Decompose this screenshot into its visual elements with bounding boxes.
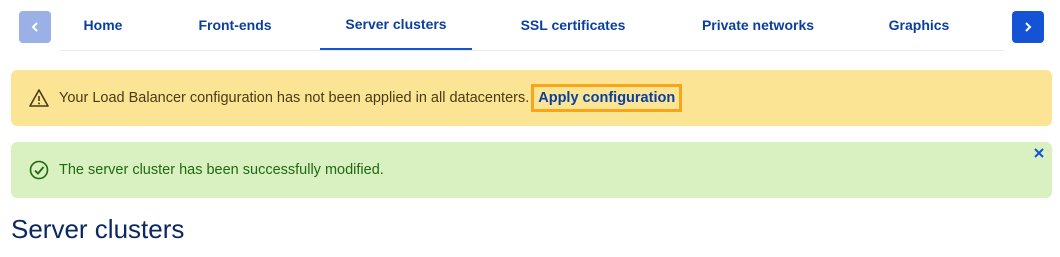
- warning-message: Your Load Balancer configuration has not…: [59, 90, 530, 106]
- page: Home Front-ends Server clusters SSL cert…: [0, 0, 1060, 257]
- close-icon[interactable]: [1032, 146, 1046, 160]
- success-message: The server cluster has been successfully…: [59, 162, 384, 178]
- tab-server-clusters[interactable]: Server clusters: [320, 0, 472, 50]
- tabs-navigation: Home Front-ends Server clusters SSL cert…: [0, 0, 1060, 56]
- check-circle-icon: [29, 160, 49, 180]
- apply-configuration-link[interactable]: Apply configuration: [531, 84, 683, 112]
- tabs-track: Home Front-ends Server clusters SSL cert…: [60, 0, 1004, 51]
- success-alert: The server cluster has been successfully…: [11, 142, 1052, 198]
- tabs-next-button[interactable]: [1012, 11, 1044, 43]
- warning-triangle-icon: [29, 89, 49, 107]
- page-title: Server clusters: [11, 214, 185, 244]
- tab-private-networks[interactable]: Private networks: [684, 0, 832, 50]
- chevron-right-icon: [1025, 22, 1032, 32]
- warning-alert: Your Load Balancer configuration has not…: [11, 70, 1052, 126]
- chevron-left-icon: [31, 22, 38, 32]
- tab-home[interactable]: Home: [62, 0, 144, 50]
- tab-ssl-certificates[interactable]: SSL certificates: [508, 0, 638, 50]
- tab-front-ends[interactable]: Front-ends: [184, 0, 286, 50]
- tab-graphics[interactable]: Graphics: [872, 0, 966, 50]
- tabs-prev-button[interactable]: [19, 11, 51, 43]
